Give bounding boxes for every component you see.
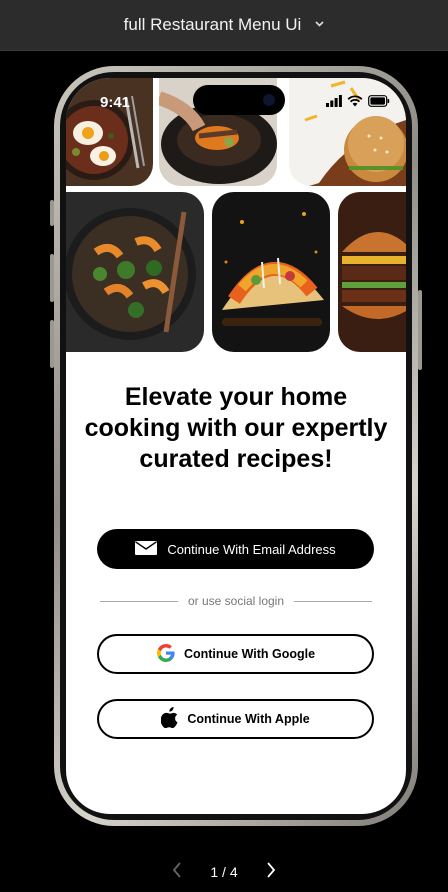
- page-indicator: 1 / 4: [210, 864, 238, 880]
- status-icons: [326, 95, 390, 107]
- continue-apple-button[interactable]: Continue With Apple: [97, 699, 374, 739]
- chevron-down-icon[interactable]: [315, 18, 324, 30]
- wifi-icon: [347, 95, 363, 107]
- continue-google-button[interactable]: Continue With Google: [97, 634, 374, 674]
- food-image-pumpkin-pan: [66, 192, 204, 352]
- phone-screen: 9:41 Elevate your home cooking with our …: [66, 78, 406, 814]
- divider-text: or use social login: [187, 594, 285, 608]
- mail-icon: [135, 540, 158, 558]
- battery-icon: [368, 95, 390, 107]
- phone-side-button: [418, 290, 422, 370]
- continue-google-label: Continue With Google: [183, 647, 316, 661]
- chevron-right-icon[interactable]: [266, 861, 276, 883]
- divider-line: [294, 600, 372, 602]
- phone-side-button: [50, 254, 54, 302]
- apple-icon: [161, 707, 179, 731]
- social-divider: or use social login: [100, 593, 372, 609]
- app-header: full Restaurant Menu Ui: [0, 0, 448, 51]
- google-icon: [156, 643, 176, 666]
- phone-side-button: [50, 320, 54, 368]
- continue-email-button[interactable]: Continue With Email Address: [97, 529, 374, 569]
- onboarding-headline: Elevate your home cooking with our exper…: [66, 382, 406, 475]
- chevron-left-icon[interactable]: [172, 861, 182, 883]
- continue-apple-label: Continue With Apple: [187, 712, 310, 726]
- signal-icon: [326, 95, 342, 107]
- headline-line: curated recipes!: [139, 445, 333, 473]
- headline-line: cooking with our expertly: [84, 414, 388, 442]
- dynamic-island: [193, 85, 285, 115]
- food-image-taco: [212, 192, 330, 352]
- food-image-burger: [338, 192, 406, 352]
- continue-email-label: Continue With Email Address: [167, 541, 336, 557]
- status-time: 9:41: [100, 94, 131, 111]
- page-title: full Restaurant Menu Ui: [123, 15, 302, 34]
- pagination: 1 / 4: [0, 858, 448, 886]
- headline-line: Elevate your home: [124, 383, 348, 411]
- divider-line: [100, 600, 178, 602]
- phone-side-button: [50, 200, 54, 226]
